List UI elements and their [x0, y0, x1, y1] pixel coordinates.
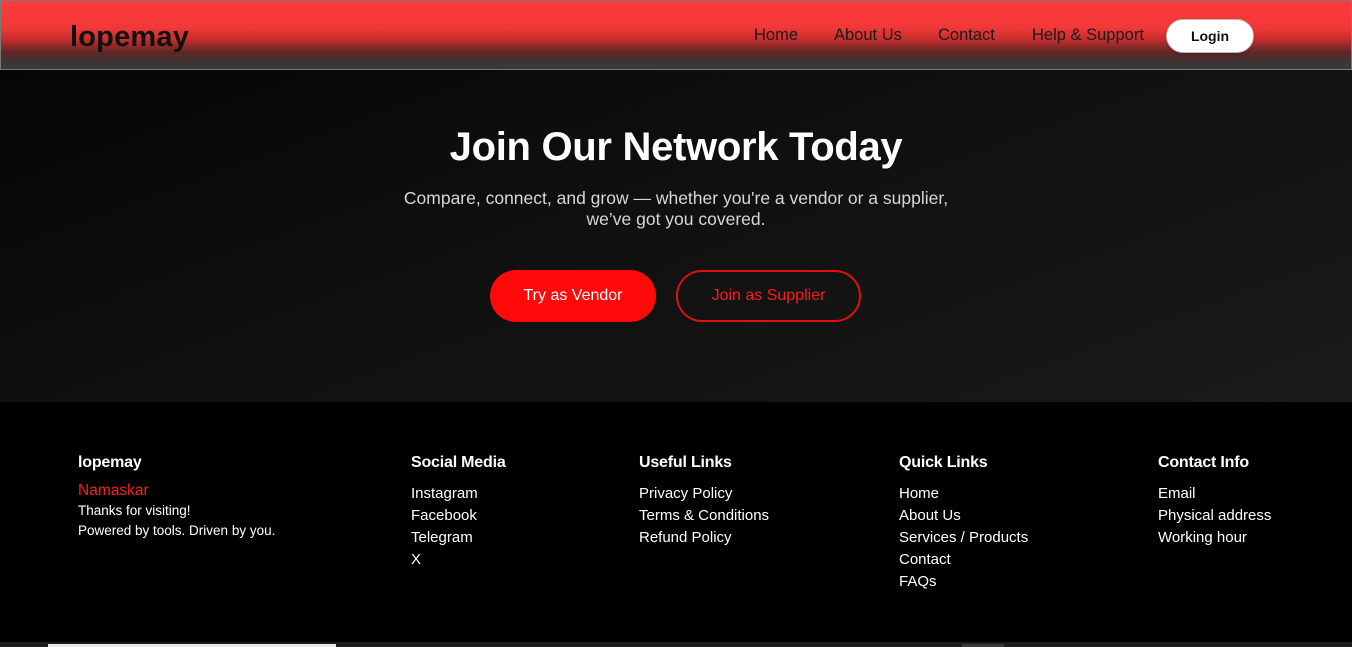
- footer-link-services[interactable]: Services / Products: [899, 529, 1028, 546]
- footer-link-contact[interactable]: Contact: [899, 551, 951, 568]
- nav-link-about-us[interactable]: About Us: [834, 26, 902, 45]
- footer-link-privacy-policy[interactable]: Privacy Policy: [639, 485, 732, 502]
- login-button[interactable]: Login: [1166, 19, 1254, 53]
- footer-brand-column: lopemay Namaskar Thanks for visiting! Po…: [78, 454, 275, 541]
- footer-link-x[interactable]: X: [411, 551, 421, 568]
- footer-link-instagram[interactable]: Instagram: [411, 485, 478, 502]
- footer-tagline-2: Powered by tools. Driven by you.: [78, 523, 276, 538]
- footer-tagline-1: Thanks for visiting!: [78, 503, 191, 518]
- hero-subtitle: Compare, connect, and grow — whether you…: [376, 188, 976, 230]
- footer-link-refund-policy[interactable]: Refund Policy: [639, 529, 732, 546]
- footer-link-email[interactable]: Email: [1158, 485, 1196, 502]
- top-navbar: lopemay Home About Us Contact Help & Sup…: [0, 0, 1352, 70]
- footer-link-terms[interactable]: Terms & Conditions: [639, 507, 769, 524]
- footer-useful-title: Useful Links: [639, 454, 732, 471]
- hero-title: Join Our Network Today: [449, 125, 903, 169]
- footer-greeting: Namaskar: [78, 482, 149, 499]
- footer-contact-title: Contact Info: [1158, 454, 1249, 471]
- footer-link-telegram[interactable]: Telegram: [411, 529, 473, 546]
- footer-link-home[interactable]: Home: [899, 485, 939, 502]
- footer-link-working-hour[interactable]: Working hour: [1158, 529, 1247, 546]
- try-as-vendor-button[interactable]: Try as Vendor: [490, 270, 656, 322]
- footer-link-facebook[interactable]: Facebook: [411, 507, 477, 524]
- nav-link-help-support[interactable]: Help & Support: [1032, 26, 1144, 45]
- footer-link-about-us[interactable]: About Us: [899, 507, 961, 524]
- footer: lopemay Namaskar Thanks for visiting! Po…: [0, 402, 1352, 642]
- horizontal-scrollbar[interactable]: [0, 642, 1352, 647]
- nav-link-contact[interactable]: Contact: [938, 26, 995, 45]
- main-nav: Home About Us Contact Help & Support: [1, 26, 1352, 48]
- footer-link-physical-address[interactable]: Physical address: [1158, 507, 1271, 524]
- footer-quick-title: Quick Links: [899, 454, 988, 471]
- footer-useful-column: Useful Links Privacy Policy Terms & Cond…: [639, 454, 769, 549]
- footer-brand-title: lopemay: [78, 454, 142, 471]
- page: lopemay Home About Us Contact Help & Sup…: [0, 0, 1352, 647]
- hero-subtitle-line-2: we’ve got you covered.: [586, 209, 766, 229]
- hero-section: Join Our Network Today Compare, connect,…: [0, 70, 1352, 402]
- hero-subtitle-line-1: Compare, connect, and grow — whether you…: [403, 188, 949, 208]
- footer-contact-column: Contact Info Email Physical address Work…: [1158, 454, 1271, 549]
- footer-social-column: Social Media Instagram Facebook Telegram…: [411, 454, 506, 571]
- footer-link-faqs[interactable]: FAQs: [899, 573, 937, 590]
- footer-social-title: Social Media: [411, 454, 506, 471]
- footer-quick-column: Quick Links Home About Us Services / Pro…: [899, 454, 1028, 593]
- join-as-supplier-button[interactable]: Join as Supplier: [676, 270, 861, 322]
- nav-link-home[interactable]: Home: [754, 26, 798, 45]
